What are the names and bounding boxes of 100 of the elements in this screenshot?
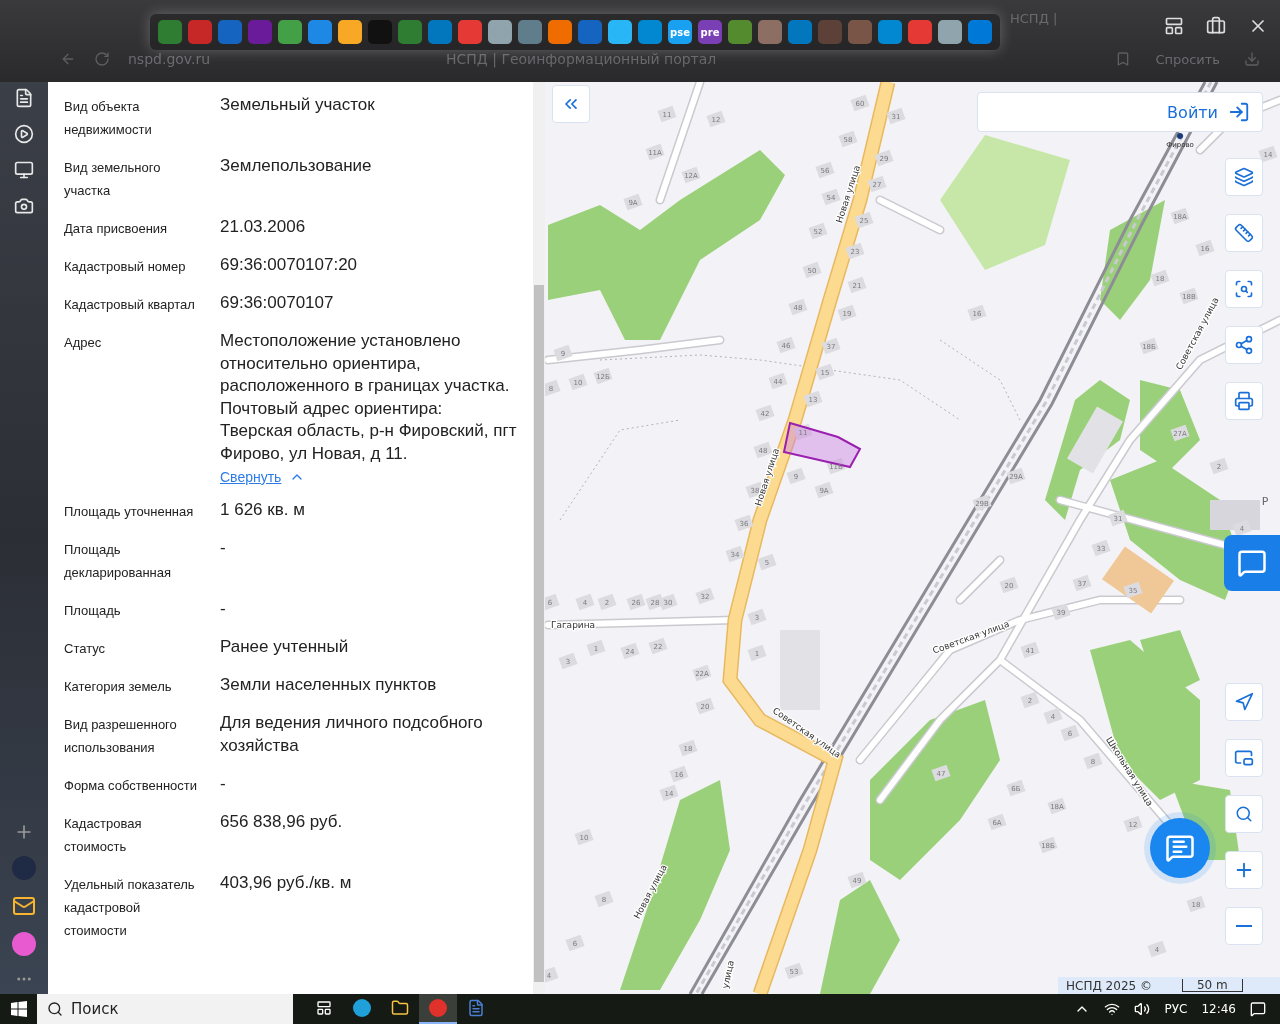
app-icon[interactable]: pse <box>668 20 692 44</box>
share-icon <box>1234 335 1254 355</box>
windows-start-icon[interactable] <box>10 1001 27 1017</box>
page-title: НСПД | Геоинформационный портал <box>446 51 718 67</box>
app-icon[interactable] <box>158 20 182 44</box>
app-icon[interactable] <box>278 20 302 44</box>
field-value: - <box>220 773 227 795</box>
taskbar-search-field[interactable]: Поиск <box>37 994 293 1024</box>
printer-icon <box>1234 391 1254 411</box>
address-field[interactable]: nspd.gov.ru <box>128 51 428 67</box>
field-value: 656 838,96 руб. <box>220 811 344 833</box>
field-label: Статус <box>64 640 107 658</box>
field-label: Площадь уточненная <box>64 503 195 521</box>
screenshot-icon[interactable] <box>14 196 34 216</box>
field-value: 21.03.2006 <box>220 216 307 238</box>
field-value: Земли населенных пунктов <box>220 674 438 696</box>
field-label: Площадь декларированная <box>64 541 173 582</box>
chat-bubble-icon <box>1165 833 1195 863</box>
locate-button[interactable] <box>1225 683 1263 721</box>
collapse-link[interactable]: Свернуть <box>220 469 282 485</box>
field-value: 69:36:0070107:20 <box>220 254 359 276</box>
briefcase-icon[interactable] <box>1206 16 1226 36</box>
navigation-arrow-icon <box>1234 692 1254 712</box>
app-icon[interactable]: pre <box>698 20 722 44</box>
speech-bubble-icon <box>1237 548 1267 578</box>
app-icon[interactable] <box>758 20 782 44</box>
mail-icon[interactable] <box>12 894 36 918</box>
collapse-panel-button[interactable] <box>552 85 590 123</box>
scale-bar: 50 m <box>1181 979 1243 992</box>
parking-label: P <box>1261 495 1269 508</box>
field-label: Удельный показатель кадастровой стоимости <box>64 876 196 940</box>
task-view-icon <box>316 1000 332 1016</box>
app-icon[interactable] <box>518 20 542 44</box>
field-value: Земельный участок <box>220 94 376 116</box>
field-value: Ранее учтенный <box>220 636 350 658</box>
field-value: Землепользование <box>220 155 373 177</box>
app-icon[interactable] <box>908 20 932 44</box>
field-label: Вид земельного участка <box>64 159 162 200</box>
zoom-out-button[interactable] <box>1225 907 1263 945</box>
ruler-button[interactable] <box>1225 214 1263 252</box>
app-icon[interactable] <box>878 20 902 44</box>
clock-text[interactable]: 12:46 <box>1201 1002 1236 1016</box>
field-value: 1 626 кв. м <box>220 499 306 521</box>
picture-in-picture-icon <box>1234 748 1254 768</box>
layers-button[interactable] <box>1225 158 1263 196</box>
field-value: - <box>220 598 227 620</box>
notes-icon[interactable] <box>14 88 34 108</box>
language-indicator[interactable]: РУС <box>1164 1002 1188 1016</box>
field-label: Категория земель <box>64 678 173 696</box>
field-label: Кадастровая стоимость <box>64 815 143 856</box>
browser-icon <box>353 999 371 1017</box>
field-label: Кадастровый квартал <box>64 296 196 314</box>
app-icon[interactable] <box>728 20 752 44</box>
field-label: Вид разрешенного использования <box>64 716 178 757</box>
app-icon[interactable] <box>968 20 992 44</box>
minimap-button[interactable] <box>1225 739 1263 777</box>
app-icon[interactable] <box>638 20 662 44</box>
minus-icon <box>1236 925 1252 927</box>
app-icon[interactable] <box>458 20 482 44</box>
login-button[interactable]: Войти <box>977 92 1263 132</box>
panel-icon[interactable] <box>1164 16 1184 36</box>
reload-icon[interactable] <box>94 51 110 67</box>
browser-icon <box>429 999 447 1017</box>
land-parcel-outline[interactable] <box>782 421 862 469</box>
area-search-icon <box>1234 279 1254 299</box>
print-button[interactable] <box>1225 382 1263 420</box>
ask-button[interactable]: Спросить <box>1149 50 1226 68</box>
app-icon[interactable] <box>608 20 632 44</box>
scrollbar-thumb[interactable] <box>534 285 544 982</box>
app-icon[interactable] <box>548 20 572 44</box>
area-search-button[interactable] <box>1225 270 1263 308</box>
app-icon[interactable] <box>428 20 452 44</box>
share-button[interactable] <box>1225 326 1263 364</box>
attribution-text: НСПД 2025 © <box>1066 978 1152 993</box>
app-icon[interactable] <box>938 20 962 44</box>
field-label: Форма собственности <box>64 777 199 795</box>
app-icon[interactable] <box>398 20 422 44</box>
folder-icon <box>391 999 409 1017</box>
field-value: Местоположение установлено относительно ориентира, расположенного в границах участка. Почтовый адрес ориентира: Тверская область, р-н Фировский, пгт Фирово, ул Новая, д 11. <box>220 330 517 465</box>
field-value: - <box>220 537 227 559</box>
volume-icon[interactable] <box>1134 1001 1151 1017</box>
street-label: улица <box>720 959 736 990</box>
street-label: Гагарина <box>550 620 596 630</box>
app-icon[interactable] <box>788 20 812 44</box>
login-icon <box>1228 101 1250 123</box>
download-icon[interactable] <box>1244 51 1260 67</box>
app-icon[interactable] <box>308 20 332 44</box>
field-value: 69:36:0070107 <box>220 292 335 314</box>
station-marker-icon <box>1177 133 1183 139</box>
field-label: Дата присвоения <box>64 220 169 238</box>
wifi-icon[interactable] <box>1104 1001 1121 1017</box>
side-widget-button[interactable] <box>1224 535 1280 591</box>
notifications-icon[interactable] <box>1250 1001 1266 1017</box>
field-value: Для ведения личного подсобного хозяйства <box>220 712 484 757</box>
field-label: Вид объекта недвижимости <box>64 98 153 139</box>
app-icon[interactable] <box>488 20 512 44</box>
play-icon[interactable] <box>14 124 34 144</box>
geo-search-button[interactable] <box>1225 795 1263 833</box>
app-icon[interactable] <box>338 20 362 44</box>
zoom-in-button[interactable] <box>1225 851 1263 889</box>
